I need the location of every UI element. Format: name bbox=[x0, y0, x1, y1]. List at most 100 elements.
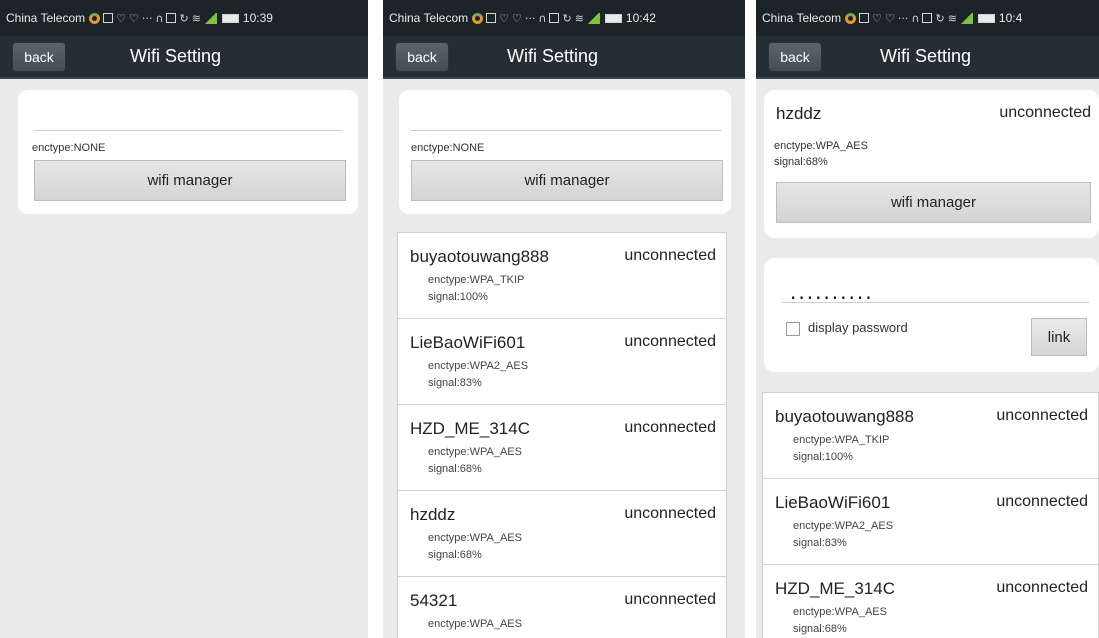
list-item[interactable]: HZD_ME_314C unconnected enctype:WPA_AES … bbox=[763, 565, 1098, 638]
battery-icon bbox=[977, 13, 995, 23]
signal-ring-icon bbox=[472, 12, 484, 24]
enctype-label: enctype:WPA2_AES bbox=[793, 520, 894, 532]
battery-icon bbox=[221, 13, 239, 23]
current-wifi-card: enctype:NONE wifi manager bbox=[399, 90, 731, 214]
ssid-label: hzddz bbox=[410, 505, 456, 524]
clock: 10:39 bbox=[242, 11, 273, 25]
state-label: unconnected bbox=[624, 333, 716, 350]
screen-1: China Telecom ♡ ♡ ··· ∩ ↻ ≋ 10:39 back W… bbox=[0, 0, 368, 638]
state-label: unconnected bbox=[996, 493, 1088, 510]
enctype-label: enctype:WPA_AES bbox=[428, 532, 522, 544]
enctype-label: enctype:WPA2_AES bbox=[428, 360, 529, 372]
state-label: unconnected bbox=[996, 407, 1088, 424]
ssid-label: buyaotouwang888 bbox=[410, 247, 549, 266]
status-icons: ♡ ♡ ··· ∩ ↻ ≋ bbox=[472, 12, 622, 25]
wifi-list: buyaotouwang888 unconnected enctype:WPA_… bbox=[397, 232, 727, 638]
signal-icon bbox=[203, 12, 217, 24]
list-item[interactable]: buyaotouwang888 unconnected enctype:WPA_… bbox=[398, 233, 726, 319]
wifi-list: buyaotouwang888 unconnected enctype:WPA_… bbox=[762, 392, 1099, 638]
signal-label: signal:68% bbox=[428, 463, 482, 475]
card-icon bbox=[922, 13, 933, 23]
enctype-label: enctype:NONE bbox=[411, 142, 485, 154]
ssid-label: hzddz bbox=[776, 104, 822, 123]
password-input[interactable]: .......... bbox=[790, 280, 874, 304]
card-icon bbox=[166, 13, 177, 23]
sync-icon: ↻ bbox=[935, 11, 945, 25]
ssid-label: LieBaoWiFi601 bbox=[410, 333, 526, 352]
signal-icon bbox=[586, 12, 600, 24]
signal-label: signal:68% bbox=[428, 549, 482, 561]
wifi-icon: ≋ bbox=[191, 11, 201, 25]
title-bar: back Wifi Setting bbox=[0, 36, 368, 79]
ssid-field bbox=[34, 130, 342, 131]
status-bar: China Telecom ♡ ♡ ··· ∩ ↻ ≋ 10:42 bbox=[383, 0, 745, 36]
title-bar: back Wifi Setting bbox=[383, 36, 745, 79]
signal-label: signal:83% bbox=[793, 537, 847, 549]
title-bar: back Wifi Setting bbox=[756, 36, 1099, 79]
page-title: Wifi Setting bbox=[880, 46, 972, 66]
list-item[interactable]: 54321 unconnected enctype:WPA_AES bbox=[398, 577, 726, 638]
signal-label: signal:100% bbox=[793, 451, 853, 463]
signal-label: signal:83% bbox=[428, 377, 482, 389]
more-icon: ··· bbox=[524, 11, 536, 25]
link-button[interactable]: link bbox=[1031, 318, 1087, 356]
state-label: unconnected bbox=[624, 505, 716, 522]
state-label: unconnected bbox=[999, 104, 1091, 121]
state-label: unconnected bbox=[624, 247, 716, 264]
headset-icon: ∩ bbox=[155, 11, 164, 25]
ssid-field bbox=[411, 130, 721, 131]
list-item[interactable]: LieBaoWiFi601 unconnected enctype:WPA2_A… bbox=[763, 479, 1098, 565]
image-icon bbox=[486, 13, 497, 23]
current-wifi-card: hzddz unconnected enctype:WPA_AES signal… bbox=[764, 90, 1099, 238]
state-label: unconnected bbox=[624, 591, 716, 608]
screen-3: China Telecom ♡ ♡ ··· ∩ ↻ ≋ 10:4 back Wi… bbox=[756, 0, 1099, 638]
enctype-label: enctype:WPA_AES bbox=[428, 446, 522, 458]
list-item[interactable]: HZD_ME_314C unconnected enctype:WPA_AES … bbox=[398, 405, 726, 491]
clock: 10:42 bbox=[625, 11, 656, 25]
status-icons: ♡ ♡ ··· ∩ ↻ ≋ bbox=[845, 12, 995, 25]
ssid-label: buyaotouwang888 bbox=[775, 407, 914, 426]
display-password-checkbox[interactable] bbox=[786, 322, 800, 336]
headset-icon: ∩ bbox=[911, 11, 920, 25]
ssid-label: LieBaoWiFi601 bbox=[775, 493, 891, 512]
status-bar: China Telecom ♡ ♡ ··· ∩ ↻ ≋ 10:39 bbox=[0, 0, 368, 36]
list-item[interactable]: hzddz unconnected enctype:WPA_AES signal… bbox=[398, 491, 726, 577]
ssid-label: 54321 bbox=[410, 591, 458, 610]
image-icon bbox=[859, 13, 870, 23]
password-underline bbox=[782, 302, 1089, 303]
page-title: Wifi Setting bbox=[507, 46, 599, 66]
list-item[interactable]: LieBaoWiFi601 unconnected enctype:WPA2_A… bbox=[398, 319, 726, 405]
wifi-icon: ≋ bbox=[947, 11, 957, 25]
signal-ring-icon bbox=[89, 12, 101, 24]
back-button[interactable]: back bbox=[768, 41, 822, 72]
signal-label: signal:100% bbox=[428, 291, 488, 303]
card-icon bbox=[549, 13, 560, 23]
enctype-label: enctype:WPA_AES bbox=[793, 606, 887, 618]
shield2-icon: ♡ bbox=[512, 11, 522, 25]
wifi-manager-button[interactable]: wifi manager bbox=[411, 160, 723, 201]
signal-ring-icon bbox=[845, 12, 857, 24]
clock: 10:4 bbox=[998, 11, 1023, 25]
status-icons: ♡ ♡ ··· ∩ ↻ ≋ bbox=[89, 12, 239, 25]
headset-icon: ∩ bbox=[538, 11, 547, 25]
signal-icon bbox=[959, 12, 973, 24]
current-wifi-card: enctype:NONE wifi manager bbox=[18, 90, 358, 214]
battery-icon bbox=[604, 13, 622, 23]
back-button[interactable]: back bbox=[12, 41, 66, 72]
wifi-manager-button[interactable]: wifi manager bbox=[34, 160, 346, 201]
list-item[interactable]: buyaotouwang888 unconnected enctype:WPA_… bbox=[763, 393, 1098, 479]
enctype-label: enctype:WPA_TKIP bbox=[793, 434, 890, 446]
enctype-label: enctype:NONE bbox=[32, 142, 106, 154]
shield2-icon: ♡ bbox=[885, 11, 895, 25]
back-button[interactable]: back bbox=[395, 41, 449, 72]
wifi-manager-button[interactable]: wifi manager bbox=[776, 182, 1091, 223]
enctype-label: enctype:WPA_AES bbox=[428, 618, 522, 630]
shield-icon: ♡ bbox=[872, 11, 883, 25]
more-icon: ··· bbox=[897, 11, 909, 25]
ssid-label: HZD_ME_314C bbox=[410, 419, 530, 438]
carrier-label: China Telecom bbox=[762, 11, 842, 25]
wifi-icon: ≋ bbox=[574, 11, 584, 25]
signal-label: signal:68% bbox=[793, 623, 847, 635]
image-icon bbox=[103, 13, 114, 23]
shield-icon: ♡ bbox=[116, 11, 127, 25]
